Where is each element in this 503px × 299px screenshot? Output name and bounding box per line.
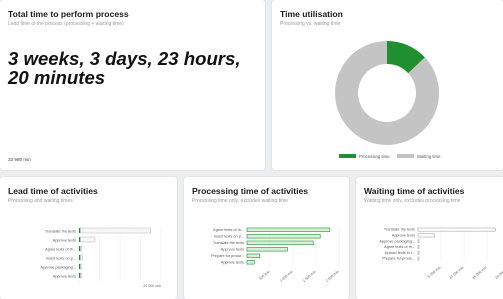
- axis-tick-label: 2 000 min: [325, 270, 340, 283]
- bar[interactable]: [417, 227, 496, 232]
- category-label: Approve texts: [53, 275, 76, 279]
- category-label: Approve texts: [53, 239, 76, 243]
- bar[interactable]: [246, 227, 331, 232]
- bar[interactable]: [417, 256, 420, 261]
- category-label: Insert texts on p...: [46, 257, 76, 261]
- donut-chart: Processing time Waiting time: [335, 41, 441, 159]
- legend-swatch-processing: [339, 154, 356, 158]
- processing-time-card: Processing time of activities Processing…: [184, 177, 349, 299]
- legend-swatch-waiting: [397, 154, 414, 158]
- axis-tick-label: 10 000 min: [448, 266, 464, 280]
- axis-tick-label: 15 000 min: [471, 266, 487, 280]
- bar[interactable]: [246, 260, 255, 265]
- bar[interactable]: [417, 233, 435, 238]
- bar[interactable]: [417, 250, 420, 255]
- total-time-value: 3 weeks, 3 days, 23 hours, 20 minutes: [8, 48, 241, 88]
- axis-tick-label: 500 min: [258, 270, 270, 281]
- waiting-time-chart: Translate the texts Approve textsApprove …: [379, 226, 503, 280]
- bar-processing[interactable]: [79, 264, 81, 269]
- waiting-time-card: Waiting time of activities Waiting time …: [356, 177, 503, 299]
- bar[interactable]: [246, 253, 261, 258]
- bar-processing[interactable]: [79, 255, 81, 260]
- category-label: Translate the texts: [45, 230, 76, 234]
- legend-label-processing: Processing time: [359, 154, 390, 159]
- axis-tick-label: 1 000 min: [279, 270, 294, 283]
- category-label: Agree texts of th...: [213, 228, 244, 232]
- bar[interactable]: [246, 234, 321, 239]
- category-label: Agree texts of th...: [384, 245, 415, 249]
- category-label: Upload texts in t...: [385, 251, 415, 255]
- category-label: Approve packaging...: [40, 266, 76, 270]
- legend-label-waiting: Waiting time: [417, 154, 441, 159]
- category-label: Approve texts: [392, 234, 415, 238]
- bar-waiting[interactable]: [79, 227, 151, 234]
- axis-tick-label: 20 000 min: [143, 284, 161, 288]
- category-label: Agree texts of th...: [45, 248, 76, 252]
- total-minutes: 33 980 min: [8, 157, 31, 162]
- bar-processing[interactable]: [79, 246, 81, 251]
- bar[interactable]: [246, 247, 288, 252]
- category-label: Approve packaging...: [379, 239, 415, 243]
- category-label: Approve texts: [221, 261, 244, 265]
- card-title: Total time to perform process: [8, 9, 129, 19]
- lead-time-card: Lead time of activities Processing and w…: [0, 177, 177, 299]
- bar-processing[interactable]: [79, 273, 81, 278]
- card-subtitle: Lead time of the process (processing + w…: [8, 21, 124, 27]
- bar-waiting[interactable]: [79, 236, 96, 243]
- total-time-card: Total time to perform process Lead time …: [0, 0, 265, 170]
- bar-processing[interactable]: [79, 237, 81, 242]
- bar-waiting[interactable]: [79, 245, 83, 252]
- category-label: Translate the texts: [384, 228, 415, 232]
- axis-tick-label: 20 000 min: [494, 266, 503, 280]
- axis-tick-label: 5 000 min: [427, 266, 442, 279]
- bar[interactable]: [417, 245, 420, 249]
- time-utilisation-card: Time utilisation Processing vs. waiting …: [272, 0, 503, 170]
- bar-waiting[interactable]: [79, 263, 83, 270]
- bar[interactable]: [246, 240, 314, 245]
- category-label: Insert texts on p...: [214, 235, 244, 239]
- axis-tick-label: 1 500 min: [302, 270, 317, 283]
- lead-time-chart: Translate the texts Approve texts Agree te…: [40, 226, 162, 288]
- category-label: Approve texts: [221, 248, 244, 252]
- category-label: Prepare for produ...: [211, 254, 244, 258]
- bar-waiting[interactable]: [79, 272, 83, 279]
- category-label: Translate the texts: [213, 241, 244, 245]
- bar-processing[interactable]: [79, 228, 81, 233]
- bar-waiting[interactable]: [79, 254, 83, 261]
- processing-time-chart: Agree texts of th... Insert texts on p...…: [211, 226, 340, 283]
- bar[interactable]: [417, 239, 420, 244]
- category-label: Prepare for produ...: [382, 257, 415, 261]
